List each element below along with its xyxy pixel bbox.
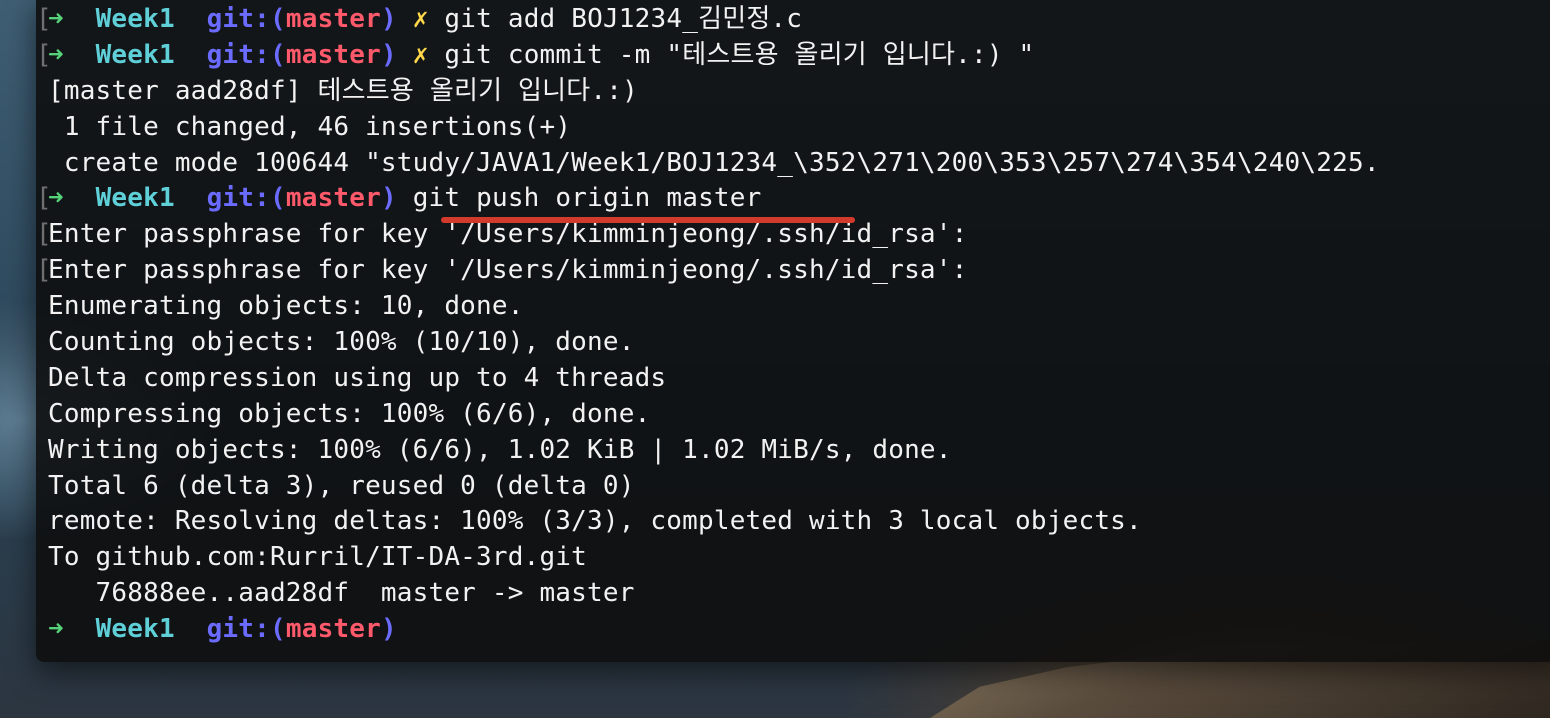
command-text: git add BOJ1234_김민정.c: [444, 4, 803, 34]
command-text: git commit -m "테스트용 올리기 입니다.:) ": [444, 39, 1035, 70]
output-text: Enumerating objects: 10, done.: [48, 291, 524, 322]
prompt-directory: Week1: [95, 183, 175, 214]
prompt-line: ➜ Week1 git:(master): [36, 612, 1550, 648]
prompt-arrow-icon: ➜: [48, 39, 64, 70]
output-line: Counting objects: 100% (10/10), done.: [36, 325, 1550, 361]
output-text: Writing objects: 100% (6/6), 1.02 KiB | …: [48, 434, 952, 465]
prompt-line: [➜ Week1 git:(master) git push origin ma…: [36, 181, 1550, 217]
prompt-directory: Week1: [95, 4, 175, 34]
prompt-line: [➜ Week1 git:(master) ✗ git add BOJ1234_…: [36, 2, 1550, 38]
output-text: Delta compression using up to 4 threads: [48, 362, 667, 393]
output-line: Writing objects: 100% (6/6), 1.02 KiB | …: [36, 433, 1550, 469]
output-line: Compressing objects: 100% (6/6), done.: [36, 397, 1550, 433]
output-line: 1 file changed, 46 insertions(+): [36, 110, 1550, 146]
prompt-git-label: git:(: [206, 183, 286, 214]
output-line: remote: Resolving deltas: 100% (3/3), co…: [36, 504, 1550, 540]
output-line: Enumerating objects: 10, done.: [36, 289, 1550, 325]
prompt-directory: Week1: [95, 614, 175, 645]
output-text: Total 6 (delta 3), reused 0 (delta 0): [48, 470, 635, 501]
scrollback-bracket: [: [36, 255, 52, 286]
output-line: [master aad28df] 테스트용 올리기 입니다.:): [36, 74, 1550, 110]
output-line: Total 6 (delta 3), reused 0 (delta 0): [36, 469, 1550, 505]
prompt-git-label: git:(: [206, 614, 286, 645]
prompt-branch: master: [285, 4, 381, 34]
prompt-arrow-icon: ➜: [48, 4, 64, 34]
prompt-branch: master: [285, 39, 381, 70]
prompt-arrow-icon: ➜: [48, 183, 64, 214]
output-text: [master aad28df] 테스트용 올리기 입니다.:): [48, 75, 638, 106]
prompt-git-label: git:(: [206, 39, 286, 70]
output-line: [Enter passphrase for key '/Users/kimmin…: [36, 253, 1550, 289]
shell-prompt: ➜ Week1 git:(master) ✗ git commit -m "테스…: [48, 38, 1034, 74]
output-line: create mode 100644 "study/JAVA1/Week1/BO…: [36, 146, 1550, 182]
output-text: To github.com:Rurril/IT-DA-3rd.git: [48, 542, 588, 573]
prompt-directory: Week1: [95, 39, 175, 70]
prompt-git-close: ): [380, 614, 397, 645]
output-text: 1 file changed, 46 insertions(+): [48, 111, 572, 142]
shell-prompt: ➜ Week1 git:(master) ✗ git add BOJ1234_김…: [48, 2, 802, 38]
shell-prompt: ➜ Week1 git:(master) git push origin mas…: [48, 181, 761, 217]
prompt-branch: master: [285, 183, 381, 214]
prompt-git-close: ): [380, 39, 397, 70]
output-line: To github.com:Rurril/IT-DA-3rd.git: [36, 540, 1550, 576]
command-text: git push origin master: [412, 183, 762, 214]
output-text: Compressing objects: 100% (6/6), done.: [48, 398, 651, 429]
output-text: create mode 100644 "study/JAVA1/Week1/BO…: [48, 147, 1380, 178]
output-text: Counting objects: 100% (10/10), done.: [48, 327, 635, 358]
prompt-git-close: ): [380, 183, 397, 214]
prompt-line: [➜ Week1 git:(master) ✗ git commit -m "테…: [36, 38, 1550, 74]
prompt-branch: master: [285, 614, 381, 645]
terminal-window[interactable]: [➜ Week1 git:(master) ✗ git add BOJ1234_…: [36, 0, 1550, 662]
red-underline-annotation: [441, 217, 855, 223]
output-text: Enter passphrase for key '/Users/kimminj…: [48, 255, 968, 286]
prompt-git-close: ): [380, 4, 397, 34]
dirty-status-icon: ✗: [412, 4, 429, 34]
output-line: Delta compression using up to 4 threads: [36, 361, 1550, 397]
scrollback-bracket: [: [36, 183, 52, 214]
dirty-status-icon: ✗: [412, 39, 429, 70]
terminal-output: [➜ Week1 git:(master) ✗ git add BOJ1234_…: [36, 2, 1550, 648]
output-text: 76888ee..aad28df master -> master: [48, 578, 635, 609]
prompt-git-label: git:(: [206, 4, 286, 34]
scrollback-bracket: [: [36, 39, 52, 70]
shell-prompt: ➜ Week1 git:(master): [48, 612, 397, 648]
scrollback-bracket: [: [36, 219, 52, 250]
scrollback-bracket: [: [36, 4, 52, 34]
prompt-arrow-icon: ➜: [48, 614, 64, 645]
output-text: remote: Resolving deltas: 100% (3/3), co…: [48, 506, 1142, 537]
output-line: 76888ee..aad28df master -> master: [36, 576, 1550, 612]
